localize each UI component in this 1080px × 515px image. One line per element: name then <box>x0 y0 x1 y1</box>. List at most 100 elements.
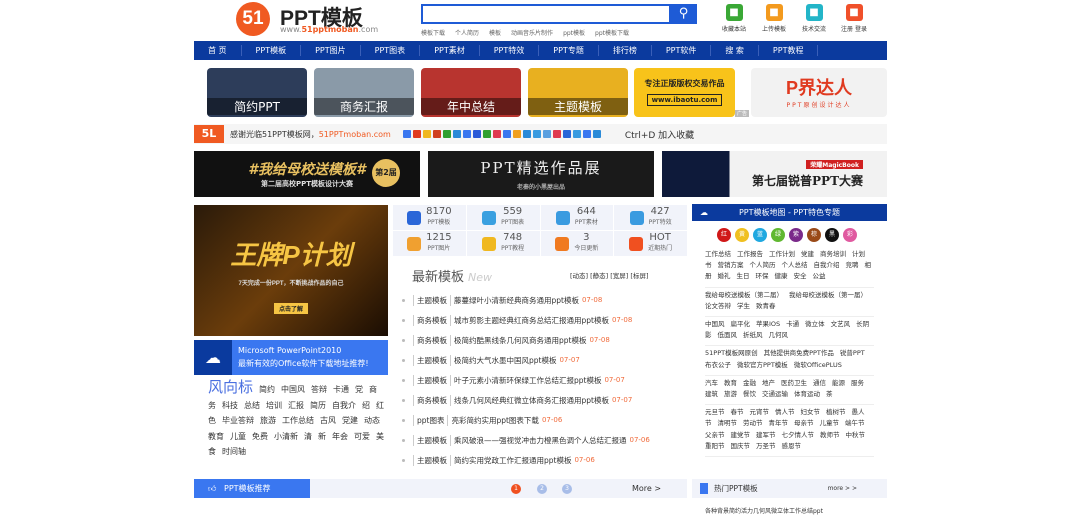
category-tile[interactable]: 商务汇报 <box>314 68 414 117</box>
tag-link[interactable]: 汇报 <box>288 401 304 410</box>
category-tile[interactable]: 年中总结 <box>421 68 521 117</box>
topic-link[interactable]: 中秋节 <box>846 431 866 439</box>
nav-item[interactable]: 首 页 <box>194 45 242 56</box>
tag-link[interactable]: 古风 <box>320 416 336 425</box>
list-item[interactable]: 主题模板 简约实用党政工作汇报通用ppt模板 07-06 <box>402 450 687 470</box>
topic-link[interactable]: 几何风 <box>769 331 789 339</box>
site-link[interactable]: 51PPTmoban.com <box>319 130 391 139</box>
topic-link[interactable]: 能源 <box>832 379 845 387</box>
share-icon[interactable] <box>442 130 451 138</box>
tag-link[interactable]: 卡通 <box>333 385 349 394</box>
topic-link[interactable]: 元宵节 <box>750 408 770 416</box>
topic-link[interactable]: 餐饮 <box>743 390 756 398</box>
share-icon[interactable] <box>532 130 541 138</box>
topic-link[interactable]: 竞聘 <box>846 261 859 269</box>
topic-link[interactable]: 建党节 <box>731 431 751 439</box>
share-icon[interactable] <box>452 130 461 138</box>
topic-link[interactable]: 低面风 <box>718 331 738 339</box>
color-filter[interactable]: 黄 <box>735 228 749 242</box>
topic-link[interactable]: 微软OfficePLUS <box>794 361 842 369</box>
tag-link[interactable]: 新 <box>318 432 326 441</box>
tag-link[interactable]: 儿童 <box>230 432 246 441</box>
promo-poster[interactable]: 王牌P计划 7天完成一份PPT，不断挑战作品的自己 点击了解 <box>194 205 388 336</box>
color-filter[interactable]: 黑 <box>825 228 839 242</box>
ad-tile[interactable]: 专注正版版权交易作品 www.ibaotu.com <box>634 68 735 117</box>
item-title[interactable]: 乘风破浪——强视觉冲击力橙黑色调个人总结汇报通 <box>454 435 627 446</box>
list-item[interactable]: 商务模板 线条几何风经典红微立体商务汇报通用ppt模板 07-07 <box>402 390 687 410</box>
topic-link[interactable]: 元旦节 <box>705 408 725 416</box>
tag-link[interactable]: 教育 <box>208 432 224 441</box>
topic-link[interactable]: 体育运动 <box>794 390 820 398</box>
share-icon[interactable] <box>522 130 531 138</box>
tag-link[interactable]: 答辩 <box>311 385 327 394</box>
item-category[interactable]: ppt图表 <box>413 414 449 426</box>
topic-link[interactable]: 金融 <box>743 379 756 387</box>
topic-link[interactable]: 植树节 <box>826 408 846 416</box>
topic-link[interactable]: 生日 <box>737 272 750 280</box>
topic-link[interactable]: 感恩节 <box>782 442 802 450</box>
stat-hot[interactable]: HOT 近期热门 <box>614 231 687 256</box>
share-icon[interactable] <box>592 130 601 138</box>
topic-link[interactable]: 医药卫生 <box>781 379 807 387</box>
tag-link[interactable]: 小清新 <box>274 432 298 441</box>
search-button[interactable]: ⚲ <box>670 4 697 24</box>
tag-link[interactable]: 绍 <box>362 401 370 410</box>
topic-link[interactable]: 青年节 <box>769 419 789 427</box>
nav-item[interactable]: 搜 索 <box>711 45 759 56</box>
category-tile[interactable]: 简约PPT <box>207 68 307 117</box>
topic-link[interactable]: 公益 <box>813 272 826 280</box>
item-category[interactable]: 主题模板 <box>413 294 451 306</box>
poster-button[interactable]: 点击了解 <box>273 303 308 314</box>
topic-link[interactable]: 营销方案 <box>718 261 744 269</box>
nav-item[interactable]: PPT特效 <box>480 45 540 56</box>
item-category[interactable]: 主题模板 <box>413 454 451 466</box>
tag-link[interactable]: 科技 <box>222 401 238 410</box>
topic-link[interactable]: 重阳节 <box>705 442 725 450</box>
tag-link[interactable]: 时间轴 <box>222 447 246 456</box>
list-item[interactable]: 主题模板 乘风破浪——强视觉冲击力橙黑色调个人总结汇报通 07-06 <box>402 430 687 450</box>
stat-book[interactable]: 748 PPT教程 <box>466 231 540 256</box>
topic-link[interactable]: 工作报告 <box>737 250 763 258</box>
item-category[interactable]: 商务模板 <box>413 334 451 346</box>
item-title[interactable]: 极简约大气水墨中国风ppt模板 <box>454 355 556 366</box>
topic-link[interactable]: 服务 <box>851 379 864 387</box>
nav-item[interactable]: PPT素材 <box>420 45 480 56</box>
topic-link[interactable]: 工作总结 <box>705 250 731 258</box>
bookmark-hint[interactable]: Ctrl+D 加入收藏 <box>625 128 694 141</box>
topic-link[interactable]: 锐普PPT <box>840 349 865 357</box>
topic-link[interactable]: 建筑 <box>705 390 718 398</box>
more-link[interactable]: More > <box>632 484 661 493</box>
tag-link[interactable]: 简历 <box>310 401 326 410</box>
topic-link[interactable]: 父亲节 <box>705 431 725 439</box>
share-icon[interactable] <box>492 130 501 138</box>
tag-link[interactable]: 年会 <box>332 432 348 441</box>
item-title[interactable]: 亮彩简约实用ppt图表下载 <box>451 415 538 426</box>
hot-link[interactable]: 个人简历 <box>455 28 479 37</box>
tag-link[interactable]: 免费 <box>252 432 268 441</box>
item-title[interactable]: 简约实用党政工作汇报通用ppt模板 <box>454 455 571 466</box>
stat-ppt[interactable]: 8170 PPT模板 <box>393 205 466 230</box>
top-action-2[interactable]: ■ 技术交流 <box>798 4 830 33</box>
share-icon[interactable] <box>482 130 491 138</box>
topic-link[interactable]: 端午节 <box>845 419 865 427</box>
topic-link[interactable]: 母亲节 <box>794 419 814 427</box>
topic-link[interactable]: 其他提供商免费PPT作品 <box>764 349 834 357</box>
topic-link[interactable]: 教育 <box>724 379 737 387</box>
tag-link[interactable]: 毕业答辩 <box>222 416 254 425</box>
topic-link[interactable]: 国庆节 <box>731 442 751 450</box>
share-icon[interactable] <box>542 130 551 138</box>
topic-link[interactable]: 儿童节 <box>820 419 840 427</box>
topic-link[interactable]: 扁平化 <box>731 320 751 328</box>
share-icon[interactable] <box>432 130 441 138</box>
color-filter[interactable]: 紫 <box>789 228 803 242</box>
topic-link[interactable]: 个人简历 <box>750 261 776 269</box>
item-title[interactable]: 线条几何风经典红微立体商务汇报通用ppt模板 <box>454 395 609 406</box>
topic-link[interactable]: 折纸风 <box>743 331 763 339</box>
share-icon[interactable] <box>552 130 561 138</box>
topic-link[interactable]: 汽车 <box>705 379 718 387</box>
list-item[interactable]: 主题模板 叶子元素小清新环保绿工作总结汇报ppt模板 07-07 <box>402 370 687 390</box>
tag-link[interactable]: 培训 <box>266 401 282 410</box>
hot-more-link[interactable]: more > > <box>828 485 857 492</box>
topic-link[interactable]: 健康 <box>775 272 788 280</box>
list-item[interactable]: 主题模板 藤蔓绿叶小清新经典商务通用ppt模板 07-08 <box>402 290 687 310</box>
